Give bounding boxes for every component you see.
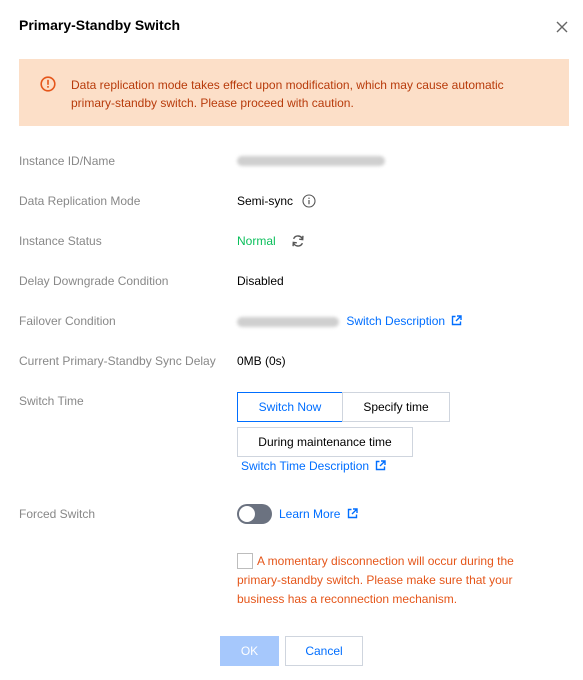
acknowledge-checkbox[interactable] <box>237 553 253 569</box>
learn-more: Learn More <box>279 507 358 521</box>
status-value: Normal <box>237 234 305 251</box>
refresh-icon[interactable] <box>291 234 305 251</box>
instance-id-label: Instance ID/Name <box>19 154 116 168</box>
switch-time-label: Switch Time <box>19 394 84 408</box>
forced-switch-label: Forced Switch <box>19 507 96 521</box>
sync-delay-value: 0MB (0s) <box>237 354 286 368</box>
status-label: Instance Status <box>19 234 102 248</box>
specify-time-option[interactable]: Specify time <box>342 392 450 422</box>
delay-downgrade-label: Delay Downgrade Condition <box>19 274 169 288</box>
forced-switch-toggle[interactable] <box>237 504 272 524</box>
info-icon[interactable] <box>302 194 316 211</box>
redacted-value <box>237 155 385 166</box>
switch-time-description-link[interactable]: Switch Time Description <box>241 459 369 473</box>
external-link-icon[interactable] <box>347 508 358 519</box>
replication-mode-value: Semi-sync <box>237 194 316 211</box>
switch-now-option[interactable]: Switch Now <box>237 392 343 422</box>
replication-mode-label: Data Replication Mode <box>19 194 141 208</box>
learn-more-link[interactable]: Learn More <box>279 507 340 521</box>
close-icon-glyph <box>556 21 568 33</box>
status-text: Normal <box>237 234 276 248</box>
toggle-knob <box>239 506 255 522</box>
alert-text: Data replication mode takes effect upon … <box>71 78 504 110</box>
warning-circle-icon <box>40 76 56 92</box>
failover-label: Failover Condition <box>19 314 116 328</box>
close-icon[interactable] <box>552 17 572 37</box>
delay-downgrade-value: Disabled <box>237 274 284 288</box>
failover-value: Switch Description <box>237 314 463 328</box>
switch-dialog: Primary-Standby Switch Data replication … <box>0 0 583 680</box>
sync-delay-label: Current Primary-Standby Sync Delay <box>19 354 216 368</box>
external-link-icon[interactable] <box>451 315 463 326</box>
warning-alert: Data replication mode takes effect upon … <box>19 59 569 126</box>
disconnection-warning: A momentary disconnection will occur dur… <box>237 554 514 606</box>
dialog-title: Primary-Standby Switch <box>19 17 181 33</box>
maintenance-time-option[interactable]: During maintenance time <box>237 427 413 457</box>
switch-time-description: Switch Time Description <box>241 459 387 473</box>
external-link-icon[interactable] <box>375 460 387 471</box>
ok-button[interactable]: OK <box>220 636 279 666</box>
instance-id-value <box>237 153 385 167</box>
redacted-value <box>237 316 339 327</box>
cancel-button[interactable]: Cancel <box>285 636 363 666</box>
replication-mode-text: Semi-sync <box>237 194 294 208</box>
switch-description-link[interactable]: Switch Description <box>346 314 445 328</box>
